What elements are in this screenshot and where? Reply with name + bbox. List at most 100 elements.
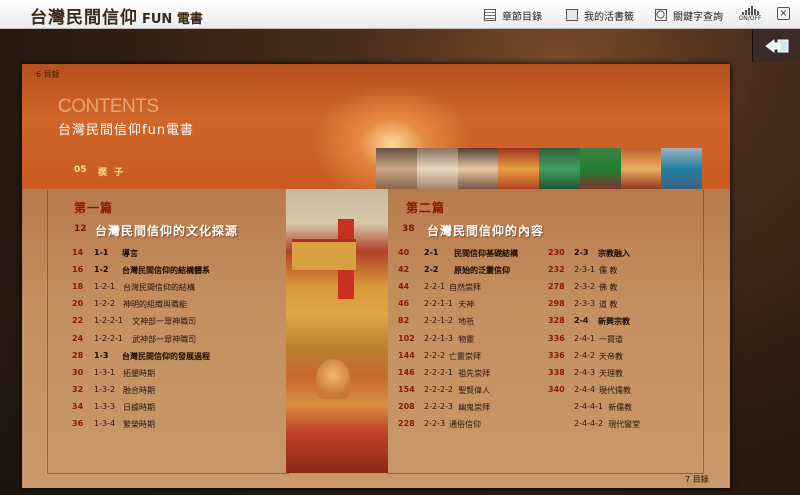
toc-entry-page: 340 <box>548 384 565 394</box>
toc-entry-page: 18 <box>72 282 84 292</box>
toc-entry-page: 16 <box>72 265 84 275</box>
toc-entry-title: 新興宗教 <box>598 317 630 327</box>
part1-chapter-page[interactable]: 12 <box>74 224 87 234</box>
toc-entry[interactable]: 32 1-3-2 融合時期 <box>72 385 232 396</box>
chapter-toc-button[interactable]: 章節目錄 <box>484 7 542 23</box>
toc-entry[interactable]: 340 2-4-4 現代儒教 <box>548 385 708 396</box>
book-subtitle: 台灣民間信仰fun電書 <box>58 123 195 138</box>
toc-entry[interactable]: 40 2-1 民間信仰基礎結構 <box>398 248 558 259</box>
toc-entry[interactable]: 338 2-4-3 天理教 <box>548 368 708 379</box>
part2-chapter-title[interactable]: 台灣民間信仰的內容 <box>427 222 544 239</box>
toc-entry[interactable]: 14 1-1 導言 <box>72 248 232 259</box>
toc-entry-title: 幽鬼崇拜 <box>458 402 491 412</box>
toc-entry[interactable]: 16 1-2 台灣民間信仰的結構體系 <box>72 265 232 276</box>
toc-entry-title: 拓墾時期 <box>123 368 155 378</box>
toc-entry-code: 1-3-4 <box>94 419 116 428</box>
toc-entry-title: 導言 <box>122 249 138 258</box>
my-bookmarks-button[interactable]: 我的活書籤 <box>566 7 634 23</box>
toc-entry[interactable]: 46 2-2-1-1 天神 <box>398 299 558 310</box>
toc-entry[interactable]: 146 2-2-2-1 祖先崇拜 <box>398 368 558 379</box>
toc-entry[interactable]: 328 2-4 新興宗教 <box>548 316 708 327</box>
toc-entry[interactable]: 102 2-2-1-3 物靈 <box>398 334 558 345</box>
toc-entry-title: 台灣民間信仰的結構體系 <box>122 266 210 276</box>
toc-entry[interactable]: 336 2-4-1 一貫道 <box>548 334 708 345</box>
toc-entry[interactable]: 36 1-3-4 繁榮時期 <box>72 419 232 430</box>
toc-entry[interactable]: 336 2-4-2 天帝教 <box>548 351 708 362</box>
prologue-page-number[interactable]: 05 <box>74 165 87 175</box>
toc-icon <box>484 9 496 21</box>
toc-entry-code: 2-3-1 <box>574 265 596 275</box>
toc-entry-code: 2-2-1-3 <box>424 333 454 343</box>
toc-entry[interactable]: 2-4-4-2 現代鸞堂 <box>548 419 708 430</box>
keyword-search-button[interactable]: 關鍵字查詢 <box>655 7 723 23</box>
toc-entry[interactable]: 298 2-3-3 道 教 <box>548 299 708 310</box>
toc-entry[interactable]: 232 2-3-1 儒 教 <box>548 265 708 276</box>
toc-entry-code: 2-4-4 <box>574 384 596 394</box>
sound-toggle-label: ON/OFF <box>738 15 762 22</box>
toc-entry-code: 2-2-1-1 <box>424 299 454 309</box>
toc-entry-code: 2-3-2 <box>574 282 596 292</box>
toc-entry-title: 祖先崇拜 <box>458 368 491 378</box>
toc-entry-page: 20 <box>72 299 84 309</box>
toc-entry[interactable]: 230 2-3 宗教融入 <box>548 248 708 259</box>
sound-icon <box>735 6 765 15</box>
toc-entry-code: 1-2-2-1 <box>94 333 124 343</box>
toc-entry-title: 台灣民間信仰的結構 <box>123 283 195 293</box>
toc-entry-title: 武神部一眾神職司 <box>132 334 197 344</box>
toc-entry[interactable]: 30 1-3-1 拓墾時期 <box>72 368 232 379</box>
toc-entry[interactable]: 228 2-2-3 通俗信仰 <box>398 419 558 430</box>
bookmark-icon <box>566 9 578 21</box>
toc-entry-title: 民間信仰基礎結構 <box>454 249 518 258</box>
toc-entry[interactable]: 34 1-3-3 日據時期 <box>72 402 232 413</box>
toc-entry-page: 232 <box>548 265 565 275</box>
toc-entry-page: 154 <box>398 384 415 394</box>
toc-entry-page: 34 <box>72 401 84 411</box>
toc-entry-code: 2-1 <box>424 248 439 257</box>
toc-entry-code: 2-4-2 <box>574 350 596 360</box>
toc-entry-code: 1-2-2-1 <box>94 316 124 326</box>
top-toolbar: 台灣民間信仰 FUN 電書 章節目錄 我的活書籤 關鍵字查詢 ON/OFF × <box>0 0 800 29</box>
sound-toggle-button[interactable]: ON/OFF <box>735 6 765 24</box>
toc-entry-code: 1-3-2 <box>94 384 116 394</box>
toc-entry[interactable]: 20 1-2-2 神明的組織與職能 <box>72 299 232 310</box>
toc-entry-code: 2-4 <box>574 316 589 326</box>
toc-entry-page: 46 <box>398 299 410 309</box>
toc-entry[interactable]: 278 2-3-2 佛 教 <box>548 282 708 293</box>
toc-entry-code: 2-2-2-3 <box>424 401 454 411</box>
toc-entry-page: 144 <box>398 350 415 360</box>
toc-entry-page: 32 <box>72 384 84 394</box>
toc-entry[interactable]: 82 2-2-1-2 地祇 <box>398 316 558 327</box>
toc-entry-title: 神明的組織與職能 <box>123 300 187 310</box>
toc-entry[interactable]: 154 2-2-2-2 聖賢偉人 <box>398 385 558 396</box>
part1-chapter-title[interactable]: 台灣民間信仰的文化探源 <box>95 222 238 239</box>
part2-heading: 第二篇 <box>406 201 446 215</box>
toc-entry-code: 2-3 <box>574 248 589 257</box>
toc-entry[interactable]: 2-4-4-1 新儒教 <box>548 402 708 413</box>
toc-entry-code: 2-4-3 <box>574 367 596 377</box>
toc-entry-page: 228 <box>398 419 415 428</box>
toc-entry[interactable]: 24 1-2-2-1 武神部一眾神職司 <box>72 334 232 345</box>
part2-chapter-page[interactable]: 38 <box>402 224 415 234</box>
toc-entry[interactable]: 18 1-2-1 台灣民間信仰的結構 <box>72 282 232 293</box>
toc-entry[interactable]: 208 2-2-2-3 幽鬼崇拜 <box>398 402 558 413</box>
contents-heading: CONTENTS <box>58 96 159 117</box>
toc-entry[interactable]: 28 1-3 台灣民間信仰的發展過程 <box>72 351 232 362</box>
toc-entry[interactable]: 42 2-2 原始的泛靈信仰 <box>398 265 558 276</box>
toc-entry-title: 台灣民間信仰的發展過程 <box>122 351 210 361</box>
toc-entry-code: 2-4-4-1 <box>574 401 604 411</box>
toc-entry[interactable]: 144 2-2-2 亡靈崇拜 <box>398 351 558 362</box>
close-button[interactable]: × <box>777 7 790 20</box>
toc-entry-title: 道 教 <box>599 300 618 310</box>
toc-entry-page: 42 <box>398 265 410 275</box>
prologue-link[interactable]: 楔 子 <box>98 165 125 178</box>
toc-entry-page: 30 <box>72 367 84 377</box>
toc-entry-code: 2-3-3 <box>574 299 596 309</box>
chapter-toc-label: 章節目錄 <box>502 11 542 23</box>
toc-entry-title: 物靈 <box>458 334 475 344</box>
toc-entry-title: 融合時期 <box>123 385 155 395</box>
toc-entry-page: 36 <box>72 419 84 428</box>
toc-entry[interactable]: 22 1-2-2-1 文神部一眾神職司 <box>72 316 232 327</box>
toc-entry-title: 宗教融入 <box>598 249 630 258</box>
back-button[interactable] <box>752 29 800 62</box>
toc-entry[interactable]: 44 2-2-1 自然崇拜 <box>398 282 558 293</box>
